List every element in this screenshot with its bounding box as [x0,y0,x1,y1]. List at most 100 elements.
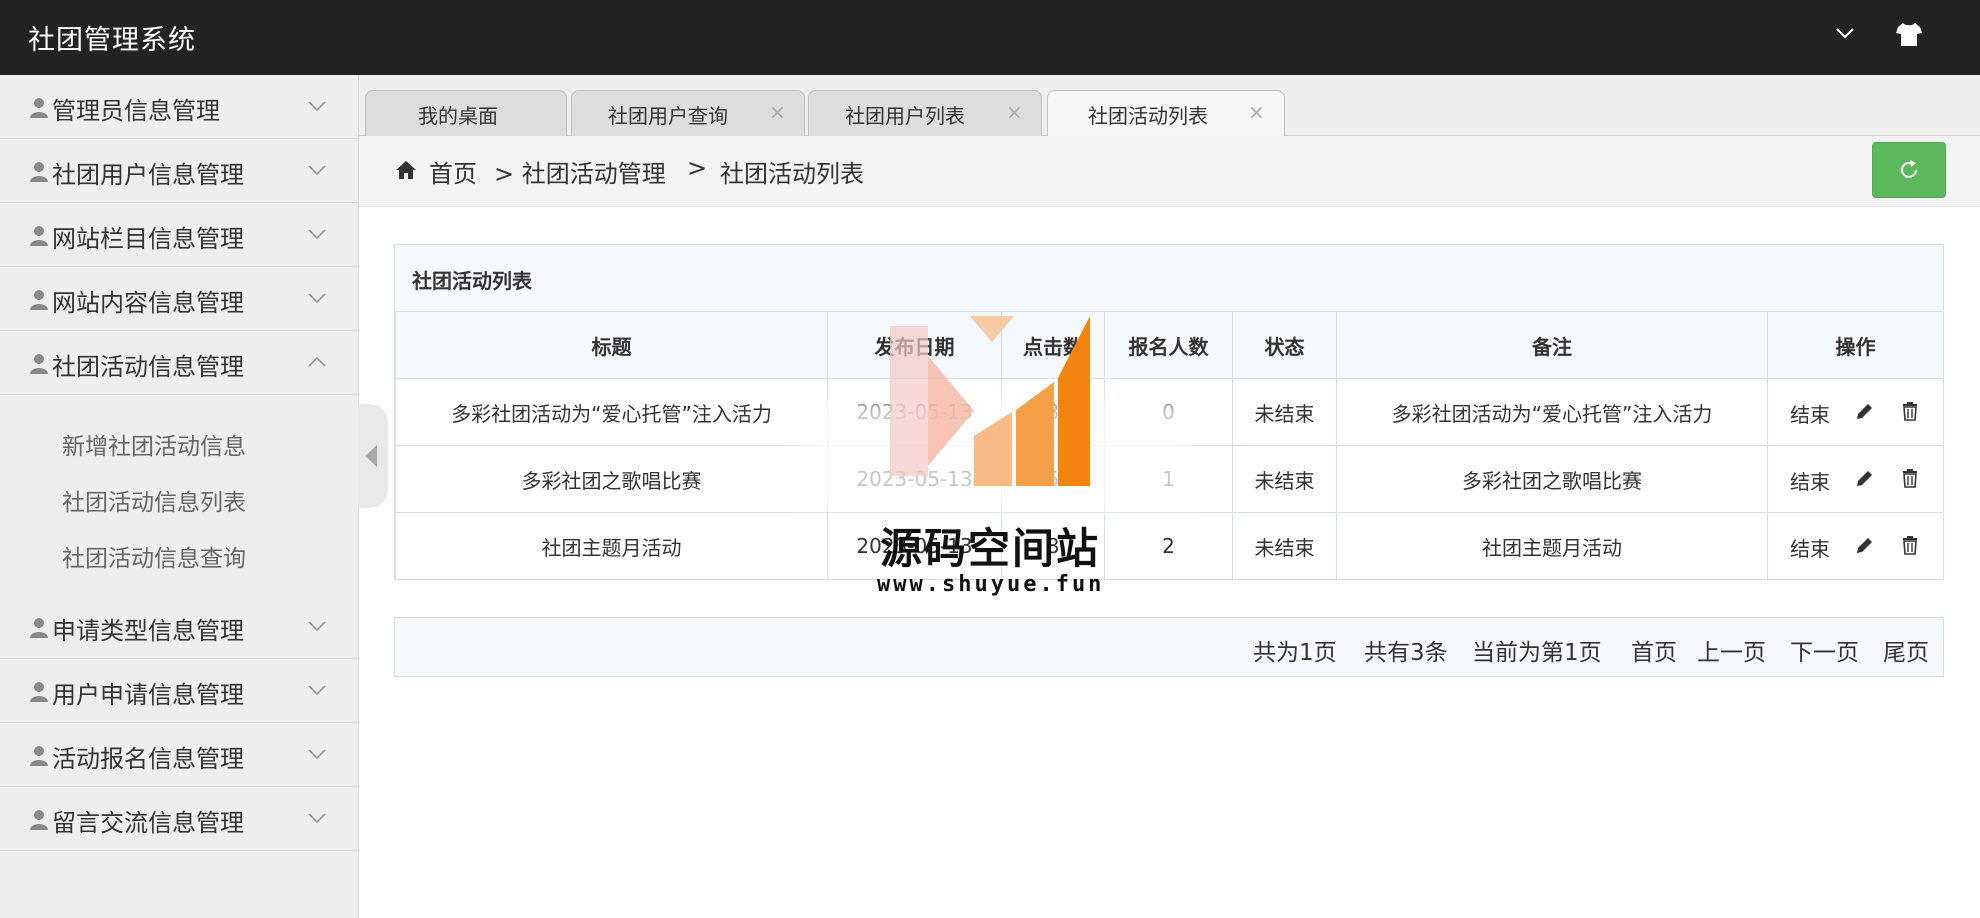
sidebar-item-label: 社团活动信息管理 [52,353,244,381]
cell-actions: 结束 [1767,445,1944,513]
breadcrumb-home[interactable]: 首页 [429,154,477,189]
tab-label: 社团活动列表 [1088,104,1208,128]
close-icon[interactable]: × [1248,100,1265,124]
edit-icon[interactable] [1855,535,1875,555]
sidebar-item-label: 申请类型信息管理 [52,617,244,645]
sidebar-item-label: 活动报名信息管理 [52,745,244,773]
trash-icon[interactable] [1901,468,1919,488]
sidebar-item-label: 网站栏目信息管理 [52,225,244,253]
cell-remark: 多彩社团之歌唱比赛 [1336,445,1768,513]
chevron-down-icon [308,621,326,632]
breadcrumb-separator: > [687,154,708,182]
sidebar-item-label: 社团用户信息管理 [52,161,244,189]
end-activity-button[interactable]: 结束 [1790,466,1830,495]
sidebar-subitem-add-activity[interactable]: 新增社团活动信息 [62,427,246,461]
trash-icon[interactable] [1901,401,1919,421]
pager-last-link[interactable]: 尾页 [1883,633,1929,667]
shirt-icon[interactable] [1894,19,1924,49]
chevron-down-icon [308,101,326,112]
tab-club-user-list[interactable]: 社团用户列表 × [808,90,1042,136]
pager-total-pages: 共为1页 [1253,640,1337,666]
user-icon [30,682,48,702]
tab-my-desktop[interactable]: 我的桌面 [365,90,567,136]
sidebar-item-application-types[interactable]: 申请类型信息管理 [0,595,358,659]
chevron-down-icon[interactable] [1834,22,1856,44]
sidebar-item-label: 管理员信息管理 [52,97,220,125]
pager-total-records: 共有3条 [1364,640,1448,666]
sidebar-item-club-users[interactable]: 社团用户信息管理 [0,139,358,203]
sidebar-subitem-activity-list[interactable]: 社团活动信息列表 [62,483,246,517]
chevron-left-icon [365,445,377,467]
pagination-bar: 共为1页 共有3条 当前为第1页 首页 上一页 下一页 尾页 [394,617,1944,677]
top-navbar: 社团管理系统 [0,0,1980,75]
user-icon [30,162,48,182]
tab-label: 社团用户查询 [608,104,728,128]
cell-remark: 社团主题月活动 [1336,512,1768,580]
user-icon [30,98,48,118]
chevron-down-icon [308,749,326,760]
sidebar-subitem-activity-query[interactable]: 社团活动信息查询 [62,539,246,573]
pager-first-link[interactable]: 首页 [1631,633,1677,667]
chevron-down-icon [308,165,326,176]
sidebar-item-admin[interactable]: 管理员信息管理 [0,75,358,139]
sidebar-collapse-handle[interactable] [358,404,388,508]
close-icon[interactable]: × [1006,100,1023,124]
cell-title: 社团主题月活动 [395,512,828,580]
pager-prev-link[interactable]: 上一页 [1697,633,1766,667]
sidebar-item-label: 网站内容信息管理 [52,289,244,317]
pager-next-link[interactable]: 下一页 [1790,633,1859,667]
table-header-row: 标题 发布日期 点击数 报名人数 状态 备注 操作 [395,311,1944,379]
chevron-down-icon [308,685,326,696]
tab-club-user-query[interactable]: 社团用户查询 × [571,90,805,136]
cell-actions: 结束 [1767,512,1944,580]
sidebar-item-messages[interactable]: 留言交流信息管理 [0,787,358,851]
refresh-button[interactable] [1872,142,1946,198]
sidebar-item-site-columns[interactable]: 网站栏目信息管理 [0,203,358,267]
column-header-status[interactable]: 状态 [1232,311,1337,379]
app-title: 社团管理系统 [28,25,196,56]
sidebar-item-label: 用户申请信息管理 [52,681,244,709]
tab-label: 社团用户列表 [845,104,965,128]
sidebar-item-site-content[interactable]: 网站内容信息管理 [0,267,358,331]
breadcrumb-current: 社团活动列表 [720,160,864,188]
column-header-title[interactable]: 标题 [395,311,828,379]
column-header-remark[interactable]: 备注 [1336,311,1768,379]
user-icon [30,618,48,638]
cell-title: 多彩社团之歌唱比赛 [395,445,828,513]
user-icon [30,226,48,246]
end-activity-button[interactable]: 结束 [1790,533,1830,562]
tab-label: 我的桌面 [418,104,498,128]
pager-current-page: 当前为第1页 [1472,640,1602,666]
sidebar-item-activity-signups[interactable]: 活动报名信息管理 [0,723,358,787]
cell-remark: 多彩社团活动为“爱心托管”注入活力 [1336,378,1768,446]
chevron-down-icon [308,813,326,824]
table-row: 社团主题月活动 2023-05-13 8 2 未结束 社团主题月活动 结束 [395,512,1944,580]
tab-bar: 我的桌面 社团用户查询 × 社团用户列表 × 社团活动列表 × [359,75,1980,136]
chevron-up-icon [308,356,326,367]
panel-title: 社团活动列表 [412,269,532,293]
cell-status: 未结束 [1232,378,1337,446]
cell-title: 多彩社团活动为“爱心托管”注入活力 [395,378,828,446]
panel-heading: 社团活动列表 [395,245,1943,312]
sidebar: 管理员信息管理 社团用户信息管理 网站栏目信息管理 网站内容信息管理 社团活动信… [0,75,359,918]
user-icon [30,290,48,310]
sidebar-item-user-applications[interactable]: 用户申请信息管理 [0,659,358,723]
user-icon [30,746,48,766]
home-icon [396,161,416,179]
column-header-signups[interactable]: 报名人数 [1104,311,1233,379]
chevron-down-icon [308,229,326,240]
sidebar-item-club-activities[interactable]: 社团活动信息管理 [0,331,358,395]
edit-icon[interactable] [1855,468,1875,488]
trash-icon[interactable] [1901,535,1919,555]
edit-icon[interactable] [1855,401,1875,421]
breadcrumb-item: > 社团活动管理 [494,160,666,188]
cell-status: 未结束 [1232,445,1337,513]
tab-club-activity-list[interactable]: 社团活动列表 × [1047,90,1285,136]
close-icon[interactable]: × [769,100,786,124]
watermark-logo-icon [890,316,1090,486]
user-icon [30,354,48,374]
cell-status: 未结束 [1232,512,1337,580]
end-activity-button[interactable]: 结束 [1790,399,1830,428]
sidebar-item-label: 留言交流信息管理 [52,809,244,837]
refresh-icon [1901,160,1917,178]
